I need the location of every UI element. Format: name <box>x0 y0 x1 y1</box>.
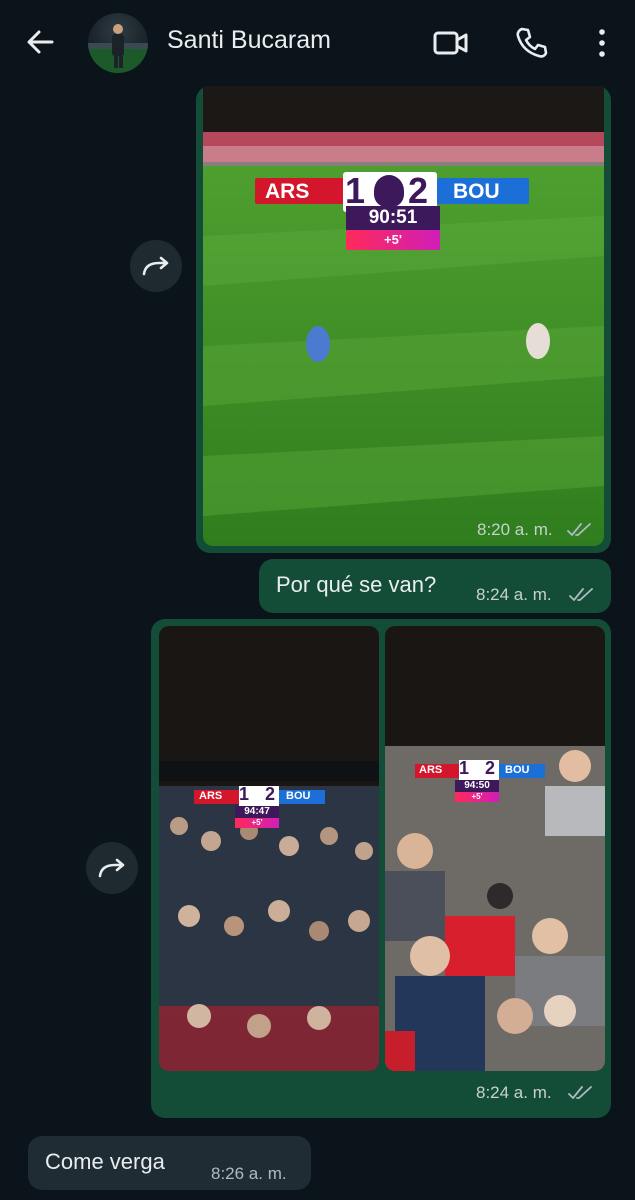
home-team: ARS <box>199 790 223 802</box>
home-score: 1 <box>459 758 470 778</box>
stadium-crowd-image <box>385 626 605 1071</box>
incoming-text-message-bubble[interactable]: Come verga 8:26 a. m. <box>28 1136 311 1190</box>
more-vert-icon[interactable] <box>584 26 620 60</box>
phone-icon[interactable] <box>514 26 550 60</box>
added-time: +5' <box>346 230 440 250</box>
chat-header: Santi Bucaram <box>0 0 635 86</box>
away-team: BOU <box>505 764 530 776</box>
away-team: BOU <box>286 790 311 802</box>
away-score: 2 <box>265 784 276 804</box>
forward-button[interactable] <box>86 842 138 894</box>
avatar[interactable] <box>88 13 148 73</box>
away-score: 2 <box>485 758 496 778</box>
home-score: 1 <box>239 784 250 804</box>
forward-button[interactable] <box>130 240 182 292</box>
tv-broadcast-image <box>203 86 604 546</box>
read-ticks-icon <box>568 1086 592 1099</box>
added-time: +5' <box>455 792 499 802</box>
match-clock: 94:50 <box>455 780 499 792</box>
message-text: Come verga <box>45 1149 165 1174</box>
forward-icon <box>142 256 169 276</box>
album-photo-1[interactable]: ARS 1 2 BOU 94:47 +5' <box>159 626 379 1071</box>
message-time: 8:26 a. m. <box>211 1164 287 1183</box>
forward-icon <box>98 858 125 878</box>
home-team: ARS <box>419 764 443 776</box>
image-album-bubble[interactable]: ARS 1 2 BOU 94:47 +5' ARS 1 2 BOU 94:50 … <box>151 619 611 1118</box>
text-message-bubble[interactable]: Por qué se van? 8:24 a. m. <box>259 559 611 613</box>
album-photo-2[interactable]: ARS 1 2 BOU 94:50 +5' <box>385 626 605 1071</box>
away-team: BOU <box>453 180 500 203</box>
premier-league-logo <box>374 175 404 207</box>
avatar-photo <box>88 24 148 73</box>
read-ticks-icon <box>567 523 591 536</box>
match-clock: 90:51 <box>346 206 440 230</box>
back-arrow-icon[interactable] <box>22 24 58 60</box>
video-call-icon[interactable] <box>433 26 469 60</box>
match-photo[interactable]: ARS 1 2 BOU 90:51 +5' <box>203 86 604 546</box>
image-message-bubble[interactable]: ARS 1 2 BOU 90:51 +5' 8:20 a. m. <box>196 86 611 553</box>
message-time: 8:24 a. m. <box>476 1083 552 1102</box>
read-ticks-icon <box>569 588 593 601</box>
match-clock: 94:47 <box>235 806 279 818</box>
message-text: Por qué se van? <box>276 572 437 597</box>
added-time: +5' <box>235 818 279 828</box>
stadium-crowd-image <box>159 626 379 1071</box>
message-time: 8:20 a. m. <box>477 520 553 539</box>
message-time: 8:24 a. m. <box>476 585 552 604</box>
contact-name[interactable]: Santi Bucaram <box>167 26 331 55</box>
chat-screen: Santi Bucaram ARS 1 2 BOU 90:51 +5' 8:20… <box>0 0 635 1200</box>
home-team: ARS <box>265 180 310 203</box>
